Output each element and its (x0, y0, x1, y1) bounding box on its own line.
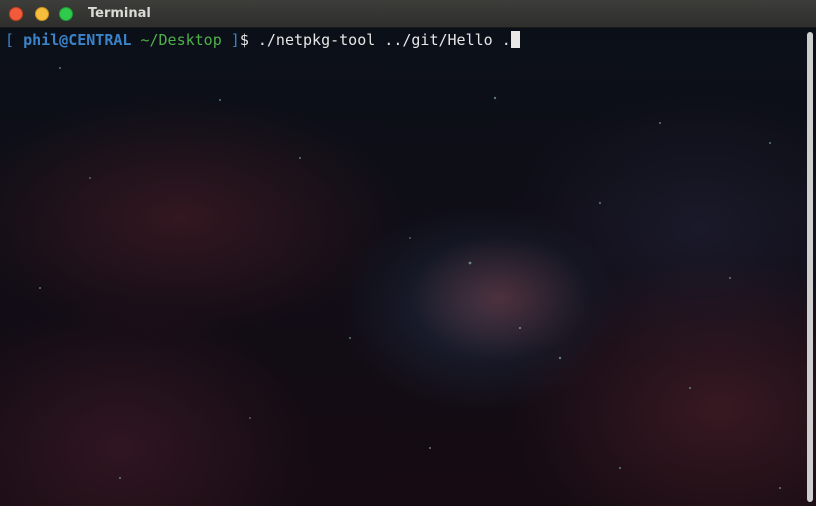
prompt-cwd: ~/Desktop (140, 31, 222, 49)
command-text: ./netpkg-tool ../git/Hello . (257, 31, 511, 49)
text-cursor (510, 31, 520, 48)
prompt-close-bracket: ] (230, 31, 240, 49)
title-bar[interactable]: Terminal (0, 0, 816, 28)
minimize-icon[interactable] (35, 7, 49, 21)
prompt-user-host: phil@CENTRAL (23, 31, 132, 49)
terminal-area[interactable]: [ phil@CENTRAL ~/Desktop ]$ ./netpkg-too… (0, 28, 816, 506)
window-title: Terminal (88, 6, 151, 21)
prompt-open-bracket: [ (5, 31, 15, 49)
nebula-background (39, 67, 781, 489)
command-line[interactable]: [ phil@CENTRAL ~/Desktop ]$ ./netpkg-too… (5, 30, 520, 50)
maximize-icon[interactable] (59, 7, 73, 21)
terminal-window: Terminal [ phil@CENTRAL ~/Desktop ]$ ./n… (0, 0, 816, 506)
scrollbar[interactable] (807, 32, 813, 502)
prompt-symbol: $ (239, 31, 249, 49)
close-icon[interactable] (9, 7, 23, 21)
